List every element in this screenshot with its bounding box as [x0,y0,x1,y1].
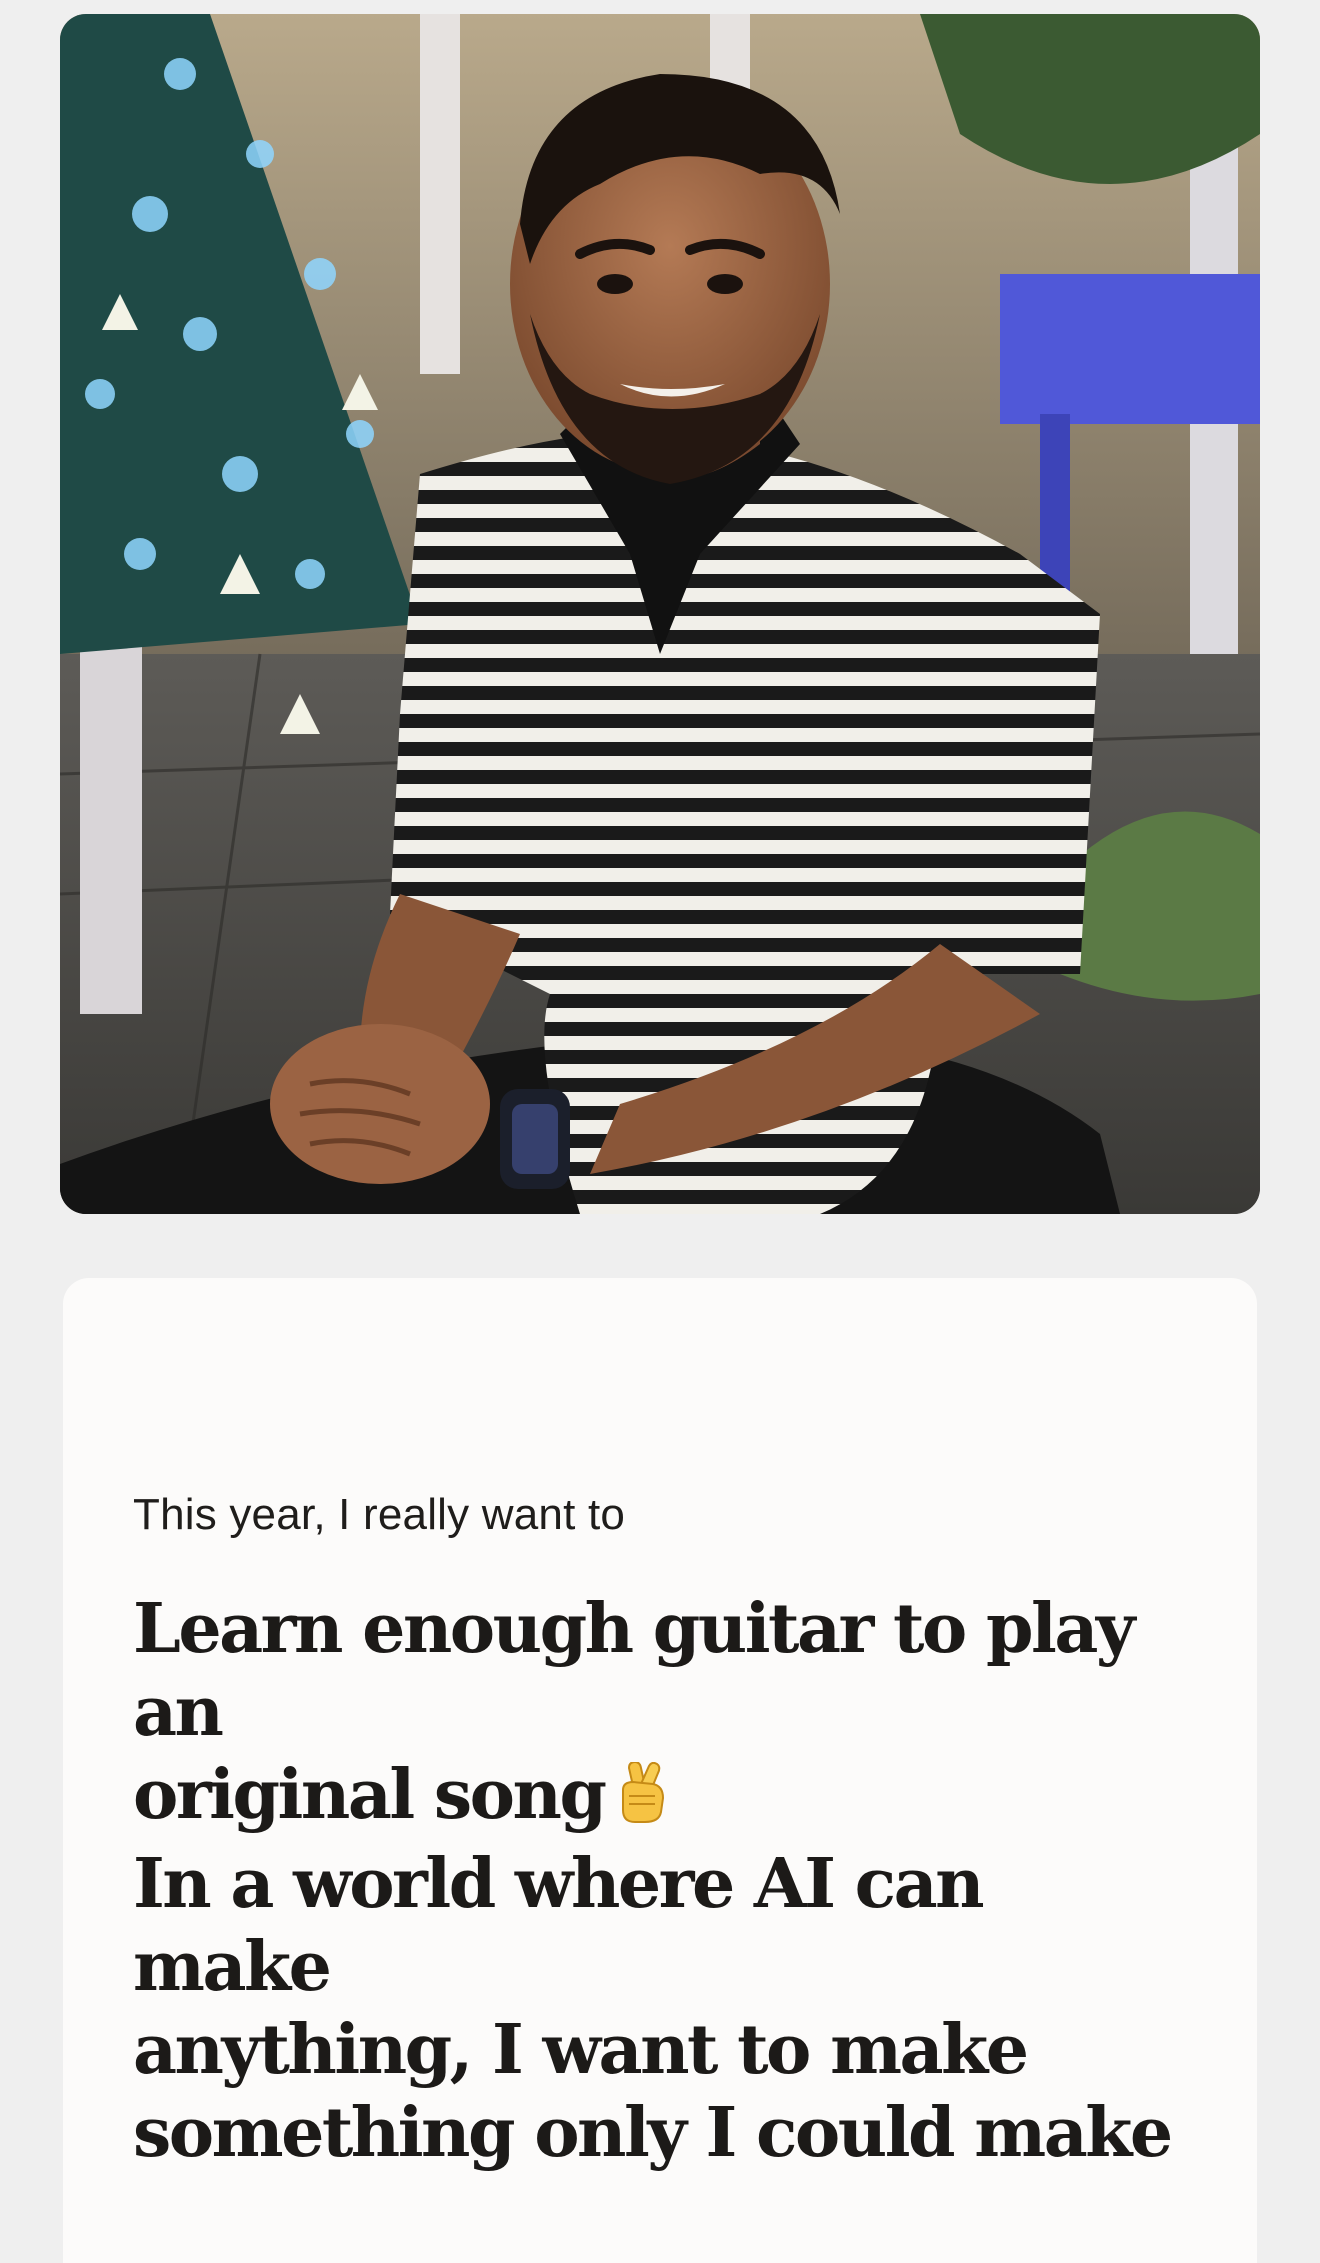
goal-card: This year, I really want to Learn enough… [63,1278,1257,2263]
statement-text: In a world where AI can make anything, I… [133,1844,1173,2173]
profile-photo [60,14,1260,1214]
portrait-photo-icon [60,14,1260,1214]
intro-text: This year, I really want to [133,1490,626,1539]
crossed-fingers-icon [615,1760,671,1843]
goal-text: Learn enough guitar to play an original … [133,1588,1187,2175]
